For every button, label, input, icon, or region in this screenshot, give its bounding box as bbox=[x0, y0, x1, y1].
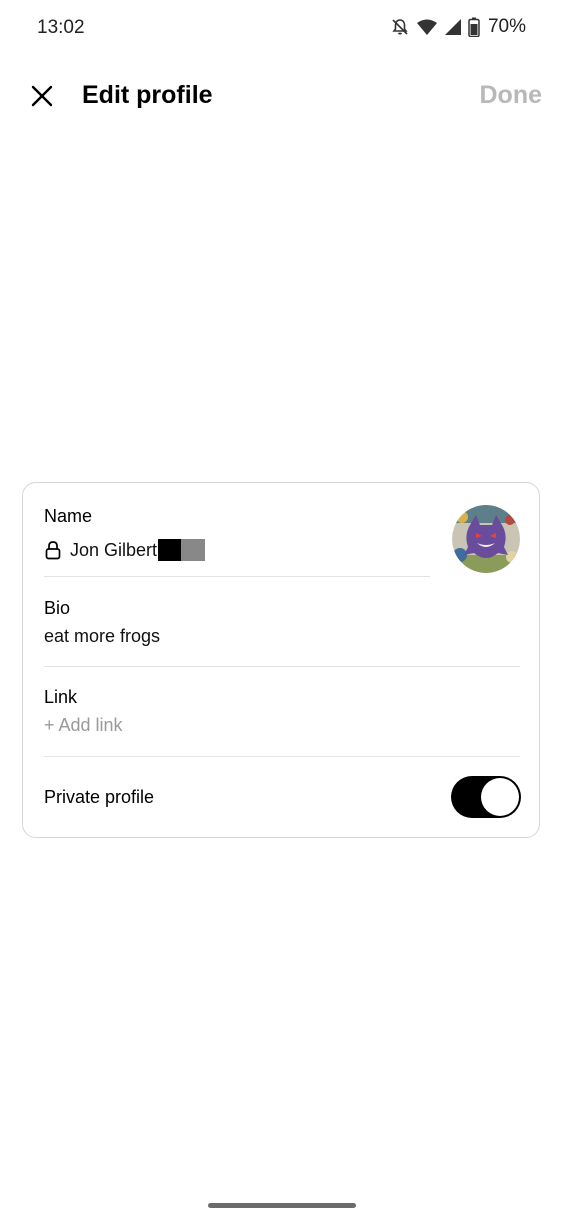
name-field[interactable]: Jon Gilbert bbox=[44, 539, 206, 561]
close-button[interactable] bbox=[27, 81, 57, 111]
private-profile-toggle[interactable] bbox=[451, 776, 521, 818]
page-title: Edit profile bbox=[82, 81, 213, 109]
status-icons: 70% bbox=[390, 16, 526, 38]
close-icon bbox=[31, 85, 53, 107]
divider bbox=[44, 666, 520, 667]
status-bar: 13:02 70% bbox=[0, 0, 564, 56]
divider bbox=[44, 756, 520, 757]
link-label: Link bbox=[44, 687, 78, 707]
bio-field[interactable]: eat more frogs bbox=[44, 626, 160, 647]
done-button[interactable]: Done bbox=[480, 81, 543, 110]
name-label: Name bbox=[44, 506, 93, 526]
redaction-block bbox=[181, 539, 206, 561]
private-profile-label: Private profile bbox=[44, 787, 155, 807]
home-indicator[interactable] bbox=[208, 1203, 356, 1208]
name-value: Jon Gilbert bbox=[70, 539, 158, 560]
status-time: 13:02 bbox=[37, 17, 85, 38]
wifi-icon bbox=[416, 18, 438, 36]
signal-icon bbox=[444, 18, 462, 36]
add-link-button[interactable]: + Add link bbox=[44, 715, 123, 736]
battery-percentage: 70% bbox=[487, 16, 526, 37]
app-header: Edit profile Done bbox=[0, 70, 564, 122]
divider bbox=[44, 576, 430, 577]
bio-label: Bio bbox=[44, 598, 71, 618]
bell-off-icon bbox=[390, 17, 410, 37]
battery-icon bbox=[468, 17, 480, 37]
profile-card: Name Jon Gilbert Bio eat more frogs Link… bbox=[22, 482, 540, 838]
avatar[interactable] bbox=[452, 505, 520, 573]
lock-icon bbox=[45, 541, 61, 560]
toggle-knob bbox=[481, 778, 519, 816]
redaction-block bbox=[158, 539, 182, 561]
